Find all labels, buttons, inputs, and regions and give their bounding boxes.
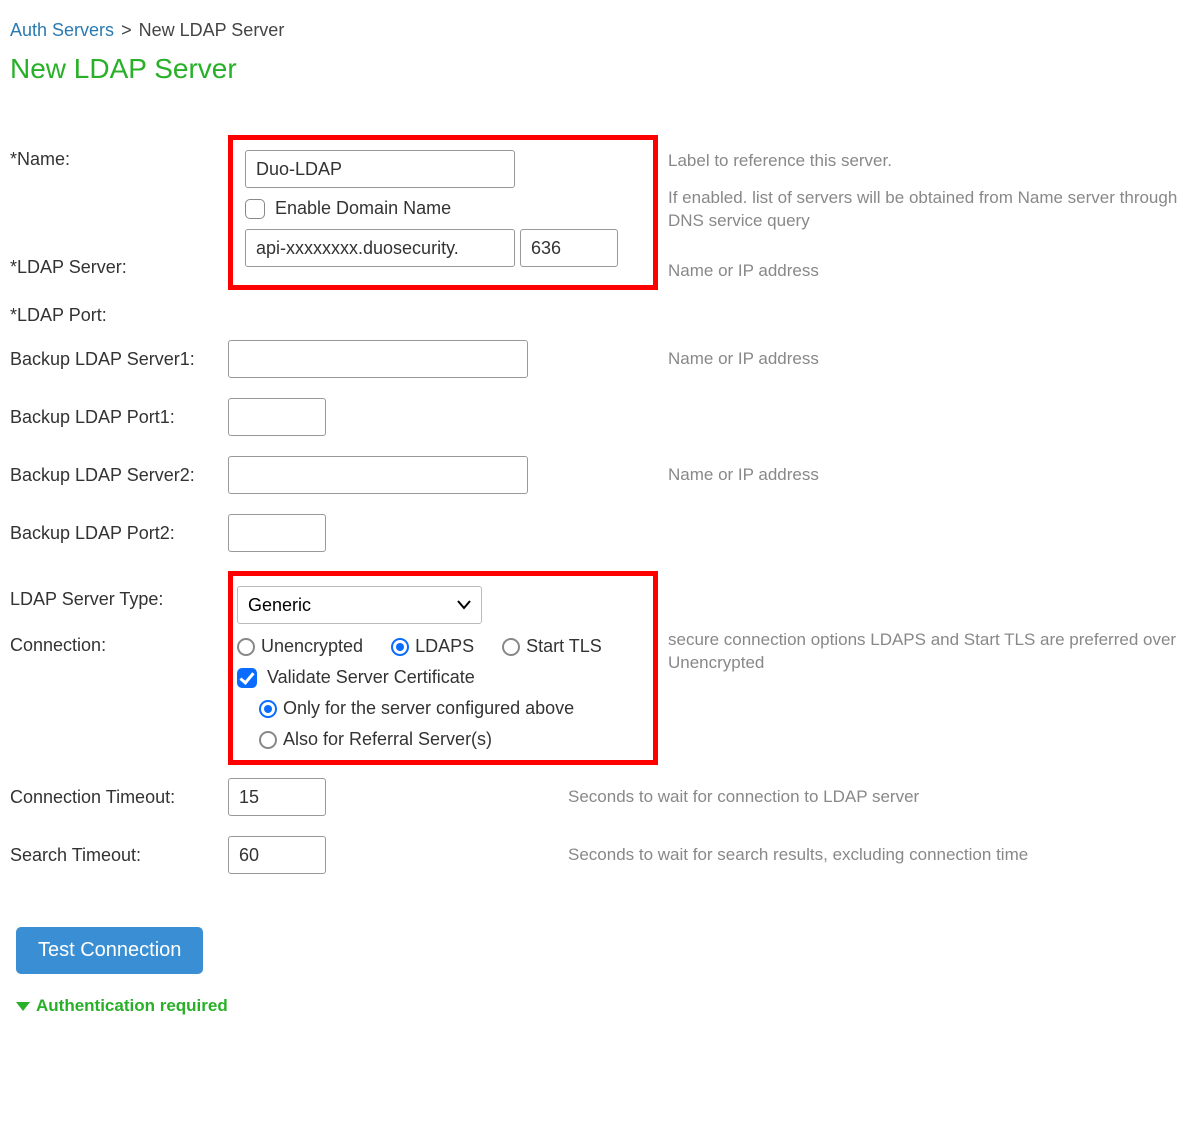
test-connection-button[interactable]: Test Connection bbox=[16, 927, 203, 974]
enable-domain-label: Enable Domain Name bbox=[275, 198, 451, 219]
auth-required-label: Authentication required bbox=[36, 996, 228, 1016]
name-label: *Name: bbox=[10, 135, 228, 183]
backup2-server-input[interactable] bbox=[228, 456, 528, 494]
enable-domain-spacer bbox=[10, 183, 228, 243]
breadcrumb: Auth Servers > New LDAP Server bbox=[10, 20, 1180, 41]
breadcrumb-current: New LDAP Server bbox=[139, 20, 285, 40]
scope-only-label: Only for the server configured above bbox=[283, 698, 574, 719]
highlight-box-top: Enable Domain Name bbox=[228, 135, 658, 290]
connection-hint: secure connection options LDAPS and Star… bbox=[668, 630, 1176, 672]
ldap-server-label: *LDAP Server: bbox=[10, 243, 228, 291]
conn-starttls-label: Start TLS bbox=[526, 636, 602, 657]
search-timeout-input[interactable] bbox=[228, 836, 326, 874]
enable-domain-checkbox[interactable] bbox=[245, 199, 265, 219]
backup1-port-input[interactable] bbox=[228, 398, 326, 436]
backup1-server-label: Backup LDAP Server1: bbox=[10, 349, 228, 370]
search-timeout-hint: Seconds to wait for search results, excl… bbox=[558, 844, 1180, 867]
ldap-server-hint: Name or IP address bbox=[668, 243, 1180, 299]
scope-also-radio[interactable] bbox=[259, 731, 277, 749]
conn-ldaps-label: LDAPS bbox=[415, 636, 474, 657]
backup2-server-label: Backup LDAP Server2: bbox=[10, 465, 228, 486]
ldap-port-label: *LDAP Port: bbox=[10, 291, 228, 339]
conn-timeout-input[interactable] bbox=[228, 778, 326, 816]
conn-starttls-row[interactable]: Start TLS bbox=[502, 636, 602, 657]
conn-ldaps-row[interactable]: LDAPS bbox=[391, 636, 474, 657]
scope-only-radio[interactable] bbox=[259, 700, 277, 718]
scope-also-label: Also for Referral Server(s) bbox=[283, 729, 492, 750]
conn-timeout-hint: Seconds to wait for connection to LDAP s… bbox=[558, 786, 1180, 809]
ldap-port-input[interactable] bbox=[520, 229, 618, 267]
breadcrumb-parent-link[interactable]: Auth Servers bbox=[10, 20, 114, 40]
chevron-down-icon bbox=[16, 1002, 30, 1011]
conn-unencrypted-label: Unencrypted bbox=[261, 636, 363, 657]
backup2-port-input[interactable] bbox=[228, 514, 326, 552]
conn-unencrypted-radio[interactable] bbox=[237, 638, 255, 656]
backup1-server-hint: Name or IP address bbox=[658, 348, 1180, 371]
ldap-server-input[interactable] bbox=[245, 229, 515, 267]
backup1-port-label: Backup LDAP Port1: bbox=[10, 407, 228, 428]
scope-only-row[interactable]: Only for the server configured above bbox=[259, 698, 645, 719]
scope-also-row[interactable]: Also for Referral Server(s) bbox=[259, 729, 645, 750]
breadcrumb-separator: > bbox=[121, 20, 132, 40]
auth-required-section-toggle[interactable]: Authentication required bbox=[16, 996, 1180, 1016]
server-type-label: LDAP Server Type: bbox=[10, 571, 228, 617]
conn-ldaps-radio[interactable] bbox=[391, 638, 409, 656]
conn-unencrypted-row[interactable]: Unencrypted bbox=[237, 636, 363, 657]
connection-label: Connection: bbox=[10, 617, 228, 663]
page-title: New LDAP Server bbox=[10, 53, 1180, 85]
validate-cert-label: Validate Server Certificate bbox=[267, 667, 475, 688]
backup1-server-input[interactable] bbox=[228, 340, 528, 378]
highlight-box-middle: Generic Unencrypted LDAPS Start TLS bbox=[228, 571, 658, 765]
backup2-port-label: Backup LDAP Port2: bbox=[10, 523, 228, 544]
enable-domain-hint: If enabled. list of servers will be obta… bbox=[668, 187, 1180, 243]
conn-starttls-radio[interactable] bbox=[502, 638, 520, 656]
validate-cert-checkbox[interactable] bbox=[237, 668, 257, 688]
conn-timeout-label: Connection Timeout: bbox=[10, 787, 228, 808]
server-type-select[interactable]: Generic bbox=[237, 586, 482, 624]
search-timeout-label: Search Timeout: bbox=[10, 845, 228, 866]
name-hint: Label to reference this server. bbox=[668, 135, 1180, 187]
name-input[interactable] bbox=[245, 150, 515, 188]
backup2-server-hint: Name or IP address bbox=[658, 464, 1180, 487]
